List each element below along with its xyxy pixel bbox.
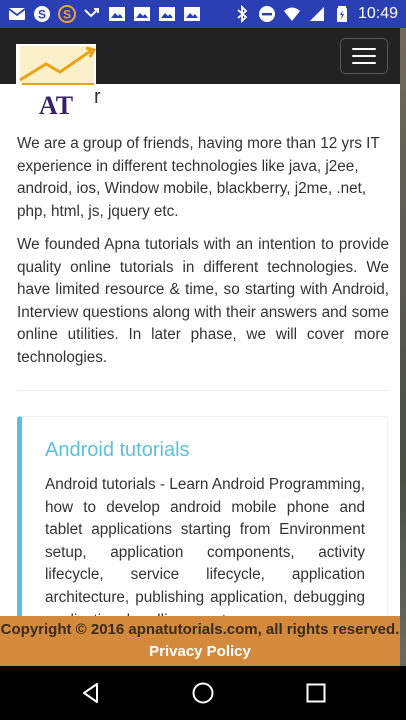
android-tutorials-card[interactable]: Android tutorials Android tutorials - Le… bbox=[17, 416, 388, 616]
gallery-icon bbox=[108, 5, 126, 23]
about-paragraph-2: We founded Apna tutorials with an intent… bbox=[17, 236, 389, 366]
home-icon[interactable] bbox=[191, 681, 215, 705]
page-edge bbox=[400, 28, 406, 666]
back-icon[interactable] bbox=[79, 681, 103, 705]
wifi-icon bbox=[283, 5, 301, 23]
signal-icon bbox=[308, 5, 326, 23]
page-content: r We are a group of friends, having more… bbox=[0, 84, 400, 616]
recents-icon[interactable] bbox=[304, 681, 328, 705]
section-heading: r bbox=[94, 86, 101, 108]
system-icons: 10:49 bbox=[233, 5, 398, 23]
s-icon: S bbox=[58, 5, 76, 23]
battery-icon bbox=[333, 5, 351, 23]
copyright-text: Copyright © 2016 apnatutorials.com, all … bbox=[0, 621, 400, 638]
menu-bar-icon bbox=[352, 62, 376, 64]
about-paragraph-1: We are a group of friends, having more t… bbox=[17, 135, 380, 220]
do-not-disturb-icon bbox=[258, 5, 276, 23]
privacy-policy-link[interactable]: Privacy Policy bbox=[149, 643, 251, 660]
gallery-icon bbox=[158, 5, 176, 23]
bluetooth-icon bbox=[233, 5, 251, 23]
hamburger-menu-button[interactable] bbox=[340, 38, 388, 74]
status-bar: S S 10:49 bbox=[0, 0, 406, 28]
menu-bar-icon bbox=[352, 48, 376, 50]
missed-call-icon bbox=[83, 5, 101, 23]
email-icon bbox=[8, 5, 26, 23]
image-icon bbox=[183, 5, 201, 23]
notification-icons: S S bbox=[8, 5, 201, 23]
footer: Copyright © 2016 apnatutorials.com, all … bbox=[0, 616, 400, 666]
skype-icon: S bbox=[33, 5, 51, 23]
menu-bar-icon bbox=[352, 55, 376, 57]
gallery-icon bbox=[133, 5, 151, 23]
svg-text:S: S bbox=[63, 8, 71, 22]
clock: 10:49 bbox=[357, 5, 398, 22]
card-title[interactable]: Android tutorials bbox=[45, 439, 190, 462]
divider bbox=[17, 390, 389, 391]
android-navigation-bar bbox=[0, 666, 406, 720]
svg-text:S: S bbox=[38, 8, 46, 22]
card-text: Android tutorials - Learn Android Progra… bbox=[45, 476, 365, 616]
